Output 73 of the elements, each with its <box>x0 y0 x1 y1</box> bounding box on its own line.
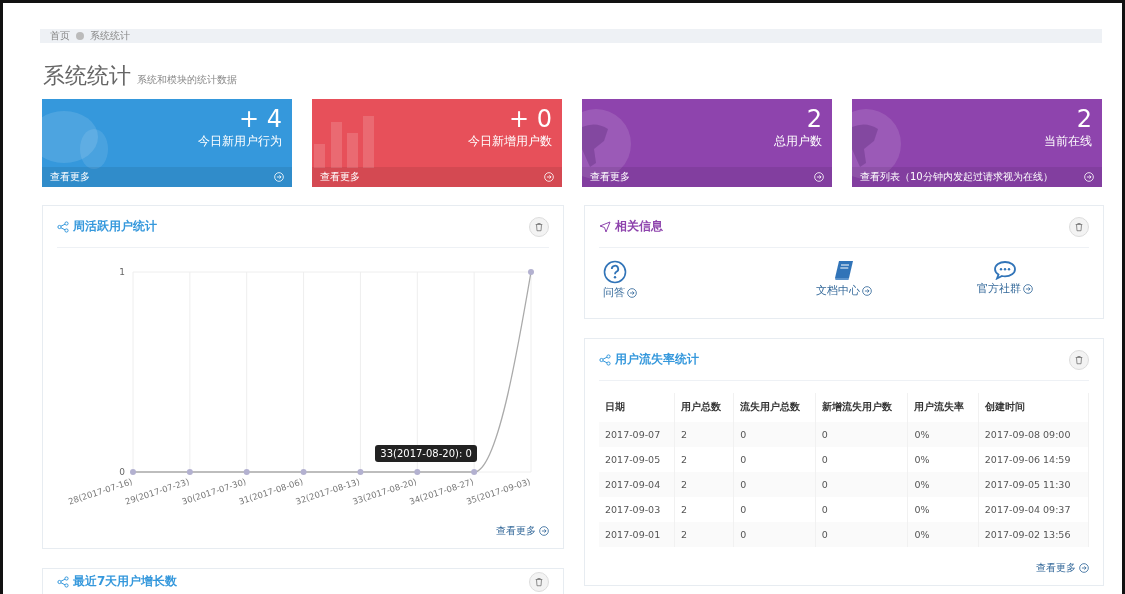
trash-icon <box>1074 354 1084 365</box>
column-header: 用户流失率 <box>908 393 979 422</box>
separator-dot-icon <box>76 32 84 40</box>
arrow-circle-icon <box>814 172 824 182</box>
y-tick-label: 1 <box>119 267 125 277</box>
stat-value: 2 <box>1076 105 1092 133</box>
card-footer-link[interactable]: 查看更多 <box>42 167 292 187</box>
column-header: 流失用户总数 <box>733 393 816 422</box>
trash-button[interactable] <box>1069 349 1089 370</box>
info-link[interactable]: 文档中心 <box>763 260 925 300</box>
arrow-circle-icon <box>1084 172 1094 182</box>
trash-button[interactable] <box>529 216 549 237</box>
column-header: 日期 <box>599 393 675 422</box>
data-point <box>300 469 307 475</box>
table-cell: 2 <box>674 522 734 547</box>
chart-tooltip: 33(2017-08-20): 0 <box>375 445 477 462</box>
data-point <box>471 469 478 475</box>
trash-button[interactable] <box>529 571 549 592</box>
data-point <box>186 469 193 475</box>
arrow-circle-icon <box>539 526 549 536</box>
share-icon <box>599 353 611 366</box>
share-icon <box>57 575 69 588</box>
card-footer-link[interactable]: 查看更多 <box>582 167 832 187</box>
trash-icon <box>534 576 544 587</box>
data-point <box>243 469 250 475</box>
arrow-circle-icon <box>862 286 872 296</box>
panel-title: 周活跃用户统计 <box>73 218 157 235</box>
more-link[interactable]: 查看更多 <box>496 524 549 538</box>
column-header: 用户总数 <box>674 393 734 422</box>
stat-label: 当前在线 <box>1044 133 1092 150</box>
column-header: 新增流失用户数 <box>815 393 908 422</box>
share-icon <box>57 220 69 233</box>
table-cell: 2017-09-02 13:56 <box>978 522 1089 547</box>
data-point <box>130 469 136 475</box>
arrow-circle-icon <box>544 172 554 182</box>
stat-value: + 0 <box>509 105 552 133</box>
info-link[interactable]: 官方社群 <box>924 260 1085 300</box>
arrow-circle-icon <box>1079 563 1089 573</box>
stat-label: 今日新用户行为 <box>198 133 282 150</box>
stat-label: 总用户数 <box>774 133 822 150</box>
page-subtitle: 系统和模块的统计数据 <box>137 73 237 87</box>
card-footer-link[interactable]: 查看列表（10分钟内发起过请求视为在线） <box>852 167 1102 187</box>
stat-value: 2 <box>806 105 822 133</box>
book-icon <box>833 260 855 282</box>
card-footer-link[interactable]: 查看更多 <box>312 167 562 187</box>
table-cell: 0 <box>815 522 908 547</box>
send-icon <box>599 220 611 233</box>
table-cell: 0 <box>733 522 816 547</box>
arrow-circle-icon <box>627 288 637 298</box>
page-title: 系统统计 <box>43 62 131 90</box>
table-cell: 0% <box>908 522 979 547</box>
question-icon <box>603 260 627 284</box>
more-link[interactable]: 查看更多 <box>1036 561 1089 575</box>
panel-title: 相关信息 <box>615 218 663 235</box>
panel-title: 用户流失率统计 <box>615 351 699 368</box>
stat-value: + 4 <box>239 105 282 133</box>
chat-icon <box>992 260 1017 280</box>
trash-button[interactable] <box>1069 216 1089 237</box>
trash-icon <box>1074 221 1084 232</box>
panel-title: 最近7天用户增长数 <box>73 573 178 590</box>
table-cell: 2017-09-01 <box>599 522 675 547</box>
stat-label: 今日新增用户数 <box>468 133 552 150</box>
data-point <box>528 269 534 275</box>
arrow-circle-icon <box>1022 284 1033 294</box>
trash-icon <box>534 221 544 232</box>
breadcrumb-link[interactable]: 首页 <box>50 29 70 43</box>
arrow-circle-icon <box>274 172 284 182</box>
column-header: 创建时间 <box>978 393 1089 422</box>
info-link[interactable]: 问答 <box>603 260 764 300</box>
data-point <box>357 469 364 475</box>
y-tick-label: 0 <box>119 467 125 477</box>
data-point <box>414 469 421 475</box>
breadcrumb-link[interactable]: 系统统计 <box>90 29 130 43</box>
